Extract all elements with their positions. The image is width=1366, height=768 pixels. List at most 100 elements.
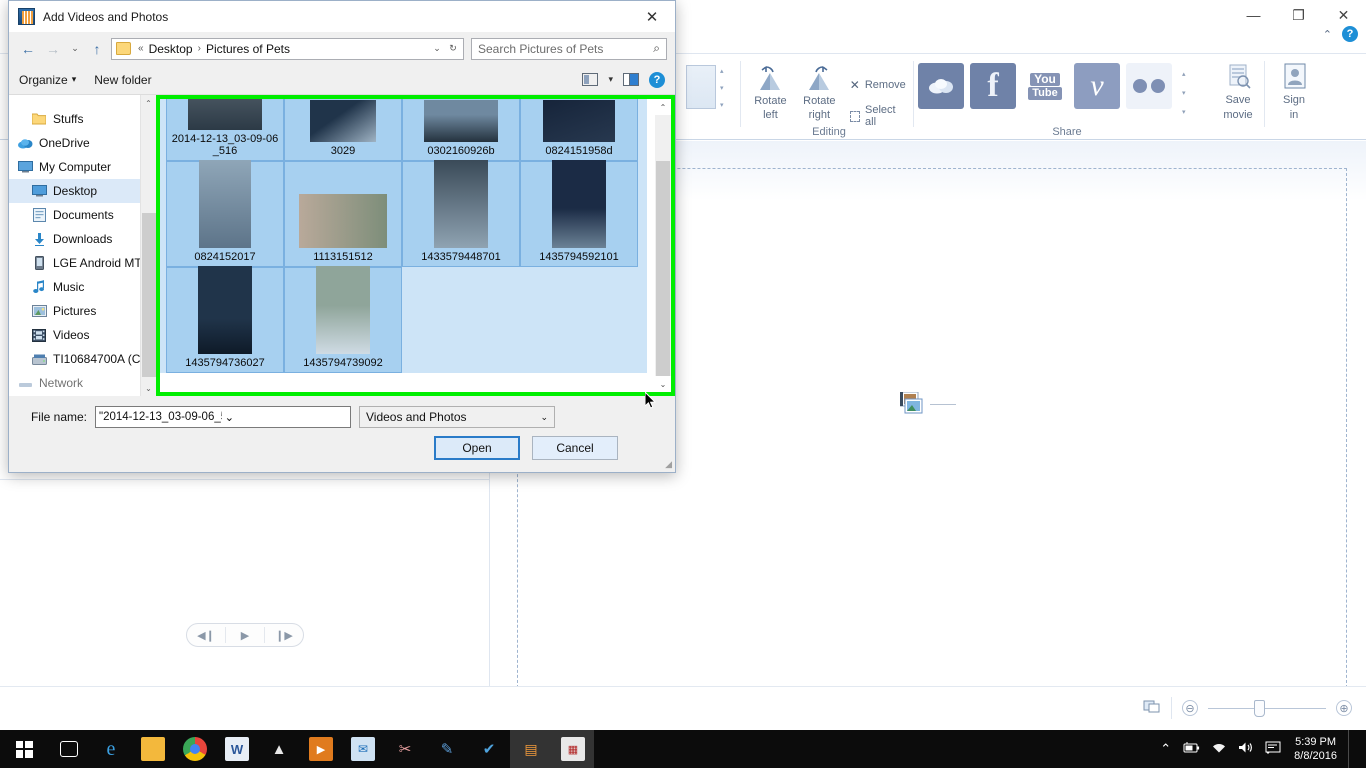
search-input[interactable]: Search Pictures of Pets [478, 42, 653, 56]
recent-locations-button[interactable]: ⌄ [67, 38, 83, 60]
forward-button[interactable]: → [42, 38, 64, 60]
file-tile[interactable]: 0302160926b [402, 99, 520, 161]
minimize-button[interactable]: — [1231, 0, 1276, 30]
taskbar-item-task-view[interactable] [48, 730, 90, 768]
zoom-out-button[interactable]: ⊖ [1182, 700, 1198, 716]
share-vimeo-button[interactable]: v [1074, 63, 1120, 109]
file-list-pane[interactable]: 2014-12-13_03-09-06_516 3029 0302160926b [156, 95, 675, 396]
share-youtube-button[interactable]: You Tube [1022, 63, 1068, 109]
sidebar-item-desktop[interactable]: Desktop [9, 179, 156, 203]
file-tile[interactable]: 0824151958d [520, 99, 638, 161]
share-scrollers[interactable]: ▴ ▾ ▾ [1182, 71, 1186, 117]
sidebar-item-pictures[interactable]: Pictures [9, 299, 156, 323]
nav-scroll-up-button[interactable]: ⌃ [141, 95, 156, 111]
sidebar-item-lge-android-mt[interactable]: LGE Android MT [9, 251, 156, 275]
taskbar-item-chrome[interactable] [174, 730, 216, 768]
sidebar-item-onedrive[interactable]: OneDrive [9, 131, 156, 155]
resize-grip[interactable]: ◢ [665, 459, 672, 470]
back-button[interactable]: ← [17, 38, 39, 60]
file-type-select[interactable]: Videos and Photos ⌄ [359, 406, 555, 428]
taskbar-item-snipping-tool[interactable]: ✂ [384, 730, 426, 768]
share-facebook-button[interactable]: f [970, 63, 1016, 109]
file-tile[interactable]: 3029 [284, 99, 402, 161]
start-button[interactable] [0, 730, 48, 768]
sidebar-item-music[interactable]: Music [9, 275, 156, 299]
wifi-icon[interactable] [1211, 742, 1227, 757]
volume-icon[interactable] [1238, 741, 1254, 757]
previous-frame-button[interactable]: ◀❙ [187, 624, 225, 646]
taskbar-item-antivirus[interactable]: ✔ [468, 730, 510, 768]
taskbar-item-outlook[interactable]: ✉ [342, 730, 384, 768]
sidebar-item-downloads[interactable]: Downloads [9, 227, 156, 251]
remove-button[interactable]: ✕ Remove [846, 75, 910, 95]
rotate-right-button[interactable]: Rotate right [797, 61, 842, 121]
battery-icon[interactable] [1182, 741, 1200, 757]
chevron-down-icon[interactable]: ⌄ [222, 410, 348, 424]
nav-scroll-down-button[interactable]: ⌄ [141, 380, 156, 396]
taskbar-item-media-player[interactable]: ▶ [300, 730, 342, 768]
breadcrumb-pictures-of-pets[interactable]: Pictures of Pets [204, 42, 292, 56]
show-hidden-icons-button[interactable]: ⌃ [1160, 741, 1171, 757]
share-scroll-down[interactable]: ▾ [1182, 90, 1186, 98]
preview-pane-icon[interactable] [623, 73, 639, 86]
zoom-slider-thumb[interactable] [1254, 699, 1265, 717]
timeline-view-icon[interactable] [1143, 699, 1161, 717]
share-onedrive-button[interactable] [918, 63, 964, 109]
sidebar-item-documents[interactable]: Documents [9, 203, 156, 227]
sidebar-item-stuffs[interactable]: Stuffs [9, 107, 156, 131]
show-desktop-button[interactable] [1348, 730, 1356, 768]
view-chevron-down-icon[interactable]: ▾ [608, 74, 613, 85]
sidebar-item-videos[interactable]: Videos [9, 323, 156, 347]
action-center-icon[interactable] [1265, 741, 1281, 757]
file-list-scrollbar[interactable]: ⌃ ⌄ [655, 99, 671, 392]
file-scrollbar-thumb[interactable] [656, 161, 670, 381]
taskbar-item-edge[interactable]: e [90, 730, 132, 768]
new-folder-button[interactable]: New folder [94, 73, 151, 87]
next-frame-button[interactable]: ❙▶ [265, 624, 303, 646]
file-tile[interactable]: 1113151512 [284, 161, 402, 267]
file-tile[interactable]: 2014-12-13_03-09-06_516 [166, 99, 284, 161]
maximize-button[interactable]: ❐ [1276, 0, 1321, 30]
refresh-icon[interactable]: ↻ [445, 38, 461, 60]
nav-scrollbar-thumb[interactable] [142, 213, 156, 377]
file-tile[interactable]: 0824152017 [166, 160, 284, 267]
sidebar-item-local-disk[interactable]: TI10684700A (C:) [9, 347, 156, 371]
save-movie-button[interactable]: Save movie [1212, 55, 1264, 121]
taskbar-clock[interactable]: 5:39 PM 8/8/2016 [1294, 735, 1337, 763]
sidebar-item-network[interactable]: Network [9, 371, 156, 395]
chevron-up-icon[interactable]: ⌃ [1323, 28, 1332, 41]
zoom-slider[interactable] [1208, 699, 1326, 717]
share-scroll-up[interactable]: ▴ [1182, 71, 1186, 79]
rotate-left-button[interactable]: Rotate left [748, 61, 793, 121]
share-scroll-more[interactable]: ▾ [1182, 109, 1186, 117]
sign-in-button[interactable]: Sign in [1268, 55, 1320, 121]
play-button[interactable]: ▶ [226, 624, 264, 646]
sidebar-item-my-computer[interactable]: My Computer [9, 155, 156, 179]
taskbar-item-paint[interactable]: ✎ [426, 730, 468, 768]
search-box[interactable]: Search Pictures of Pets ⌕ [471, 37, 667, 60]
address-dropdown-icon[interactable]: ⌄ [429, 38, 445, 60]
dialog-close-button[interactable]: ✕ [629, 1, 675, 32]
search-icon[interactable]: ⌕ [653, 41, 660, 56]
navigation-pane-scrollbar[interactable]: ⌃ ⌄ [140, 95, 156, 396]
file-tile[interactable]: 1433579448701 [402, 160, 520, 267]
zoom-in-button[interactable]: ⊕ [1336, 700, 1352, 716]
organize-button[interactable]: Organize ▾ [19, 73, 76, 87]
help-icon[interactable]: ? [1342, 26, 1358, 42]
add-videos-and-photos-dialog[interactable]: Add Videos and Photos ✕ ← → ⌄ ↑ « Deskto… [8, 0, 676, 473]
dialog-help-icon[interactable]: ? [649, 71, 665, 88]
breadcrumb-desktop[interactable]: Desktop [147, 42, 195, 56]
change-view-icon[interactable] [582, 73, 599, 86]
taskbar-item-add-videos-dialog[interactable]: ▦ [552, 730, 594, 768]
file-scroll-up-button[interactable]: ⌃ [655, 99, 671, 115]
address-bar[interactable]: « Desktop › Pictures of Pets ⌄ ↻ [111, 37, 464, 60]
taskbar-item-origin[interactable]: ▲ [258, 730, 300, 768]
cancel-button[interactable]: Cancel [532, 436, 618, 460]
file-tile[interactable]: 1435794736027 [166, 266, 284, 373]
taskbar-item-movie-maker[interactable]: ▤ [510, 730, 552, 768]
file-tile[interactable]: 1435794739092 [284, 266, 402, 373]
open-button[interactable]: Open [434, 436, 520, 460]
share-flickr-button[interactable] [1126, 63, 1172, 109]
file-tile[interactable]: 1435794592101 [520, 160, 638, 267]
taskbar-item-file-explorer[interactable] [132, 730, 174, 768]
